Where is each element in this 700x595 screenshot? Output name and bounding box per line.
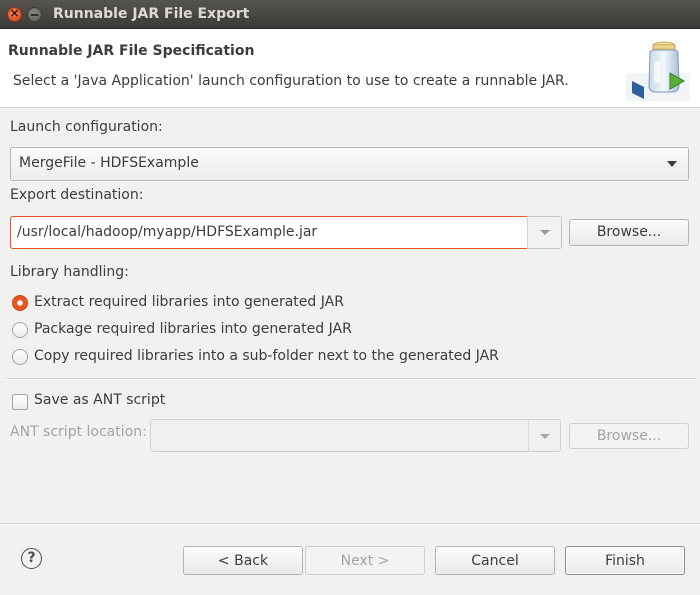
ant-browse-label: Browse... (596, 428, 662, 444)
launch-configuration-select[interactable]: MergeFile - HDFSExample (10, 147, 689, 181)
export-destination-label: Export destination: (10, 187, 144, 203)
cancel-button-label: Cancel (471, 553, 519, 569)
export-browse-label: Browse... (596, 224, 662, 240)
next-button[interactable]: Next > (305, 546, 425, 575)
library-handling-label: Library handling: (10, 264, 129, 280)
ant-script-location-input[interactable] (150, 419, 529, 452)
window-titlebar: × Runnable JAR File Export (0, 0, 700, 29)
close-icon: × (9, 6, 20, 20)
export-browse-button[interactable]: Browse... (569, 219, 689, 246)
back-button[interactable]: < Back (183, 546, 303, 575)
wizard-header: Runnable JAR File Specification Select a… (0, 29, 700, 108)
launch-configuration-label: Launch configuration: (10, 119, 163, 135)
window-title: Runnable JAR File Export (53, 6, 250, 22)
chevron-down-icon (667, 161, 677, 167)
extract-libraries-radio[interactable] (12, 295, 28, 311)
ant-script-location-label: ANT script location: (10, 424, 147, 440)
extract-libraries-label[interactable]: Extract required libraries into generate… (34, 294, 344, 310)
copy-libraries-label[interactable]: Copy required libraries into a sub-folde… (34, 348, 499, 364)
save-ant-script-checkbox[interactable] (12, 394, 28, 410)
save-ant-script-label[interactable]: Save as ANT script (34, 392, 165, 408)
page-description: Select a 'Java Application' launch confi… (13, 73, 569, 89)
ant-script-location-dropdown-button[interactable] (528, 419, 561, 452)
chevron-down-icon (540, 230, 550, 235)
launch-configuration-value: MergeFile - HDFSExample (19, 155, 199, 171)
package-libraries-label[interactable]: Package required libraries into generate… (34, 321, 352, 337)
copy-libraries-radio[interactable] (12, 349, 28, 365)
page-title: Runnable JAR File Specification (8, 43, 255, 59)
package-libraries-radio[interactable] (12, 322, 28, 338)
separator-highlight (6, 379, 696, 380)
minimize-icon (31, 14, 38, 16)
export-destination-dropdown-button[interactable] (527, 216, 562, 249)
footer-separator-highlight (0, 524, 700, 525)
close-window-button[interactable]: × (7, 6, 22, 22)
minimize-window-button[interactable] (27, 7, 42, 22)
back-button-label: < Back (217, 553, 269, 569)
export-destination-value: /usr/local/hadoop/myapp/HDFSExample.jar (17, 224, 318, 240)
finish-button[interactable]: Finish (565, 546, 685, 575)
chevron-down-icon (540, 434, 550, 439)
ant-browse-button[interactable]: Browse... (569, 423, 689, 449)
cancel-button[interactable]: Cancel (435, 546, 555, 575)
finish-button-label: Finish (605, 553, 645, 569)
jar-export-wizard-icon (626, 41, 690, 101)
export-destination-input[interactable]: /usr/local/hadoop/myapp/HDFSExample.jar (10, 216, 528, 249)
help-icon[interactable]: ? (21, 548, 42, 569)
next-button-label: Next > (340, 553, 390, 569)
